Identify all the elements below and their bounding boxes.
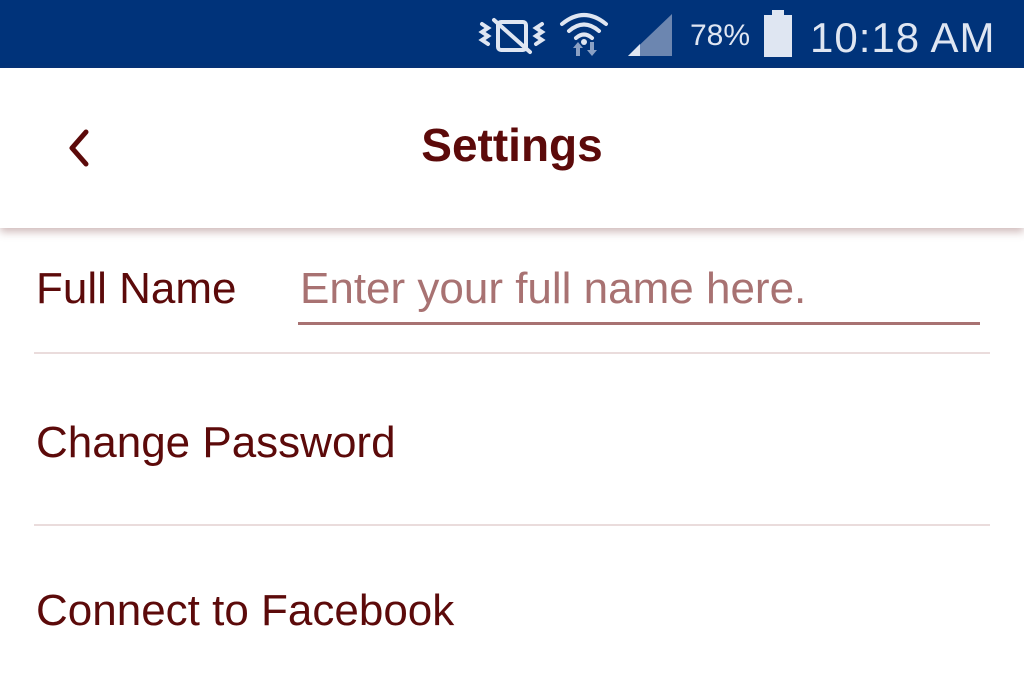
connect-facebook-label: Connect to Facebook [36, 586, 455, 635]
change-password-item[interactable]: Change Password [34, 354, 990, 526]
battery-percent: 78% [690, 19, 751, 52]
full-name-label: Full Name [36, 264, 237, 313]
page-title: Settings [421, 119, 603, 171]
cell-signal-icon [628, 14, 672, 56]
app-bar: Settings [0, 68, 1024, 228]
full-name-row: Full Name [34, 228, 990, 354]
status-bar: 78% 10:18 AM [0, 0, 1024, 68]
status-clock: 10:18 AM [810, 14, 996, 61]
vibrate-muted-icon [478, 18, 546, 54]
change-password-label: Change Password [36, 418, 396, 467]
connect-facebook-item[interactable]: Connect to Facebook [34, 526, 990, 698]
wifi-icon [560, 13, 608, 56]
battery-icon [764, 10, 792, 57]
full-name-input[interactable] [298, 256, 980, 325]
